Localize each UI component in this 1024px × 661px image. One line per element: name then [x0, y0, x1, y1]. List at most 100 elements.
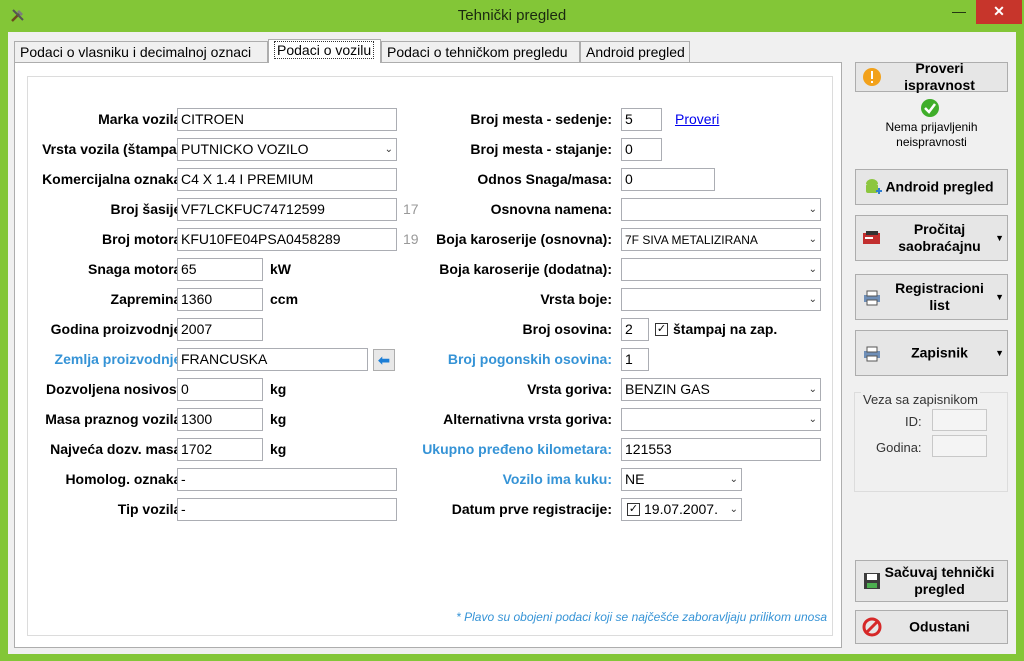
- vrsta-label: Vrsta vozila (štampa):: [42, 141, 186, 157]
- snaga-label: Snaga motora:: [87, 261, 186, 277]
- kuka-label: Vozilo ima kuku:: [502, 471, 612, 487]
- title-bar: Tehnički pregled — ✕: [0, 0, 1024, 32]
- window-title: Tehnički pregled: [457, 7, 567, 24]
- alt-gorivo-label: Alternativna vrsta goriva:: [443, 411, 612, 427]
- registracioni-list-button[interactable]: Registracioni list ▼: [855, 274, 1008, 320]
- zapisnik-label: Zapisnik: [911, 344, 968, 361]
- godina-zapisnik-field[interactable]: [932, 435, 987, 457]
- tab-tehnicki-pregled[interactable]: Podaci o tehničkom pregledu: [381, 41, 580, 62]
- pogonske-field[interactable]: 1: [621, 348, 649, 371]
- zemlja-arrow-left-icon[interactable]: ⬅: [373, 349, 395, 371]
- sacuvaj-button[interactable]: Sačuvaj tehnički pregled: [855, 560, 1008, 602]
- mesta-sedenje-label: Broj mesta - sedenje:: [470, 111, 612, 127]
- vrsta-select[interactable]: PUTNICKO VOZILO ⌄: [177, 138, 397, 161]
- form-note: * Plavo su obojeni podaci koji se najčeš…: [456, 610, 827, 624]
- proveri-ispravnost-button[interactable]: Proveri ispravnost: [855, 60, 1008, 93]
- stampaj-checkbox[interactable]: ✓: [655, 323, 668, 336]
- nosivost-unit: kg: [270, 381, 287, 397]
- zapisnik-button[interactable]: Zapisnik ▼: [855, 330, 1008, 376]
- boja-dodatna-label: Boja karoserije (dodatna):: [439, 261, 612, 277]
- tab-android-pregled[interactable]: Android pregled: [580, 41, 690, 62]
- homolog-field[interactable]: -: [177, 468, 397, 491]
- minimize-button[interactable]: —: [944, 0, 974, 24]
- godina-field[interactable]: 2007: [177, 318, 263, 341]
- masa-praznog-field[interactable]: 1300: [177, 408, 263, 431]
- kuka-select[interactable]: NE ⌄: [621, 468, 742, 491]
- chevron-down-icon: ⌄: [384, 144, 393, 155]
- save-icon: [864, 573, 880, 589]
- gorivo-select[interactable]: BENZIN GAS ⌄: [621, 378, 821, 401]
- chevron-down-icon: ⌄: [808, 234, 817, 245]
- chevron-down-icon: ⌄: [808, 414, 817, 425]
- kuka-value: NE: [625, 471, 645, 487]
- zapremina-field[interactable]: 1360: [177, 288, 263, 311]
- kilometri-field[interactable]: 121553: [621, 438, 821, 461]
- najveca-masa-label: Najveća dozv. masa:: [50, 441, 186, 457]
- vrsta-boje-select[interactable]: ⌄: [621, 288, 821, 311]
- android-pregled-button[interactable]: Android pregled: [855, 169, 1008, 205]
- zemlja-field[interactable]: FRANCUSKA: [177, 348, 368, 371]
- card-reader-icon: [863, 231, 880, 244]
- sasija-field[interactable]: VF7LCKFUC74712599: [177, 198, 397, 221]
- vrsta-boje-label: Vrsta boje:: [540, 291, 612, 307]
- namena-label: Osnovna namena:: [490, 201, 612, 217]
- boja-osnovna-select[interactable]: 7F SIVA METALIZIRANA ⌄: [621, 228, 821, 251]
- tip-label: Tip vozila:: [117, 501, 186, 517]
- datum-picker[interactable]: ✓ 19.07.2007. ⌄: [621, 498, 742, 521]
- id-field[interactable]: [932, 409, 987, 431]
- tip-field[interactable]: -: [177, 498, 397, 521]
- dropdown-arrow-icon: ▼: [995, 348, 1004, 358]
- mesta-stajanje-field[interactable]: 0: [621, 138, 662, 161]
- proveri-link[interactable]: Proveri: [675, 111, 719, 127]
- procitaj-saobracajnu-button[interactable]: Pročitaj saobraćajnu ▼: [855, 215, 1008, 261]
- tab-vlasnik[interactable]: Podaci o vlasniku i decimalnoj oznaci: [14, 41, 268, 62]
- printer-icon: [864, 346, 880, 362]
- odustani-button[interactable]: Odustani: [855, 610, 1008, 644]
- android-icon: [866, 179, 882, 194]
- snaga-field[interactable]: 65: [177, 258, 263, 281]
- chevron-down-icon: ⌄: [808, 264, 817, 275]
- datum-label: Datum prve registracije:: [451, 501, 612, 517]
- close-button[interactable]: ✕: [976, 0, 1022, 24]
- komercijalna-field[interactable]: C4 X 1.4 I PREMIUM: [177, 168, 397, 191]
- masa-praznog-unit: kg: [270, 411, 287, 427]
- namena-select[interactable]: ⌄: [621, 198, 821, 221]
- vrsta-value: PUTNICKO VOZILO: [181, 141, 309, 157]
- gorivo-value: BENZIN GAS: [625, 381, 710, 397]
- komercijalna-label: Komercijalna oznaka:: [42, 171, 186, 187]
- id-label: ID:: [905, 414, 922, 429]
- osovine-field[interactable]: 2: [621, 318, 649, 341]
- pogonske-label: Broj pogonskih osovina:: [447, 351, 612, 367]
- boja-dodatna-select[interactable]: ⌄: [621, 258, 821, 281]
- check-ok-icon: [921, 99, 939, 117]
- najveca-masa-field[interactable]: 1702: [177, 438, 263, 461]
- nosivost-field[interactable]: 0: [177, 378, 263, 401]
- odnos-field[interactable]: 0: [621, 168, 715, 191]
- veza-caption: Veza sa zapisnikom: [861, 392, 980, 407]
- zemlja-label: Zemlja proizvodnje:: [54, 351, 186, 367]
- godina-zapisnik-label: Godina:: [876, 440, 922, 455]
- tab-vozilo-label: Podaci o vozilu: [274, 41, 375, 59]
- printer-icon: [864, 290, 880, 306]
- cancel-icon: [862, 617, 882, 637]
- android-pregled-label: Android pregled: [885, 178, 994, 195]
- chevron-down-icon: ⌄: [729, 504, 738, 515]
- marka-field[interactable]: CITROEN: [177, 108, 397, 131]
- stampaj-label: štampaj na zap.: [673, 321, 778, 337]
- warning-icon: [863, 68, 881, 86]
- chevron-down-icon: ⌄: [808, 204, 817, 215]
- alt-gorivo-select[interactable]: ⌄: [621, 408, 821, 431]
- datum-checkbox[interactable]: ✓: [627, 503, 640, 516]
- sasija-label: Broj šasije:: [110, 201, 186, 217]
- datum-value: 19.07.2007.: [644, 501, 718, 517]
- dropdown-arrow-icon: ▼: [995, 233, 1004, 243]
- zapremina-unit: ccm: [270, 291, 299, 307]
- status-message: Nema prijavljenih neispravnosti: [885, 120, 978, 149]
- marka-label: Marka vozila:: [98, 111, 186, 127]
- mesta-sedenje-field[interactable]: 5: [621, 108, 662, 131]
- procitaj-saobracajnu-label: Pročitaj saobraćajnu: [898, 221, 981, 254]
- vehicle-tab-panel: Marka vozila: CITROEN Vrsta vozila (štam…: [14, 62, 842, 648]
- motor-field[interactable]: KFU10FE04PSA0458289: [177, 228, 397, 251]
- tab-vozilo[interactable]: Podaci o vozilu: [268, 39, 381, 63]
- sacuvaj-label: Sačuvaj tehnički pregled: [884, 564, 995, 597]
